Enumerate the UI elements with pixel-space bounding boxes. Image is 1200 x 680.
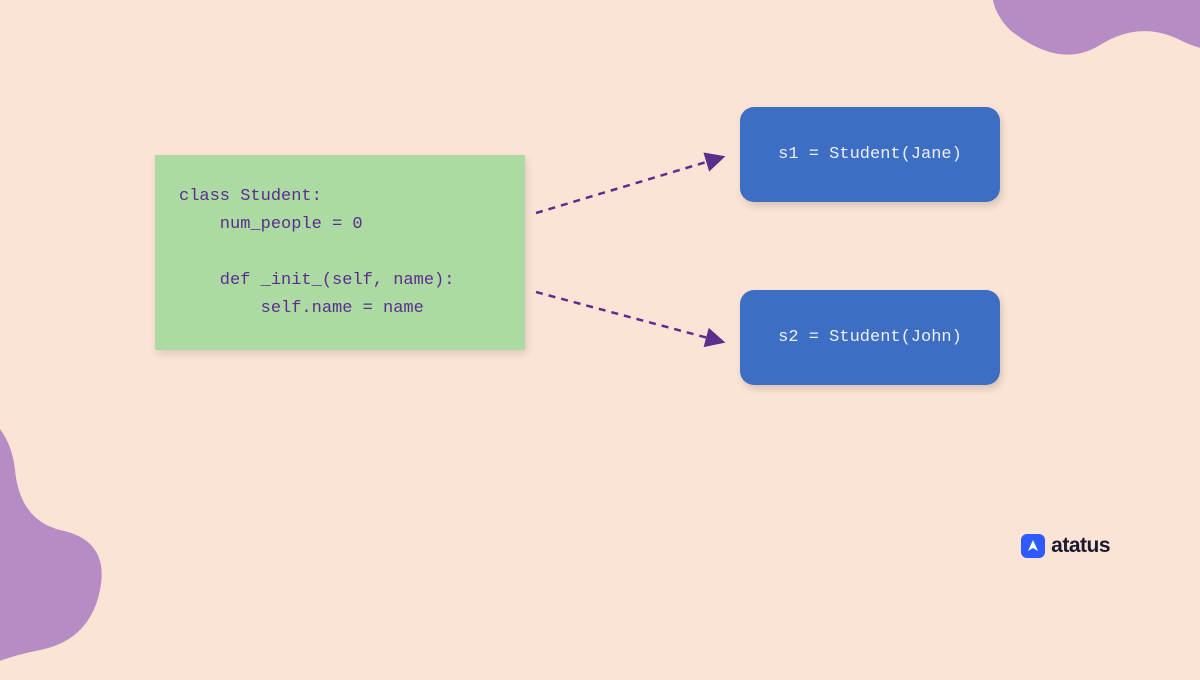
brand-logo: atatus xyxy=(1021,534,1110,558)
instance-code-1: s1 = Student(Jane) xyxy=(778,145,962,164)
instance-code-2: s2 = Student(John) xyxy=(778,328,962,347)
arrow-to-instance-1 xyxy=(528,145,738,225)
decorative-blob-bottom xyxy=(0,400,160,680)
class-code: class Student: num_people = 0 def _init_… xyxy=(179,183,501,323)
logo-text: atatus xyxy=(1051,534,1110,558)
instance-box-1: s1 = Student(Jane) xyxy=(740,107,1000,202)
instance-box-2: s2 = Student(John) xyxy=(740,290,1000,385)
logo-icon xyxy=(1021,534,1045,558)
arrow-to-instance-2 xyxy=(528,280,738,360)
class-definition-box: class Student: num_people = 0 def _init_… xyxy=(155,155,525,350)
decorative-blob-top xyxy=(980,0,1200,140)
